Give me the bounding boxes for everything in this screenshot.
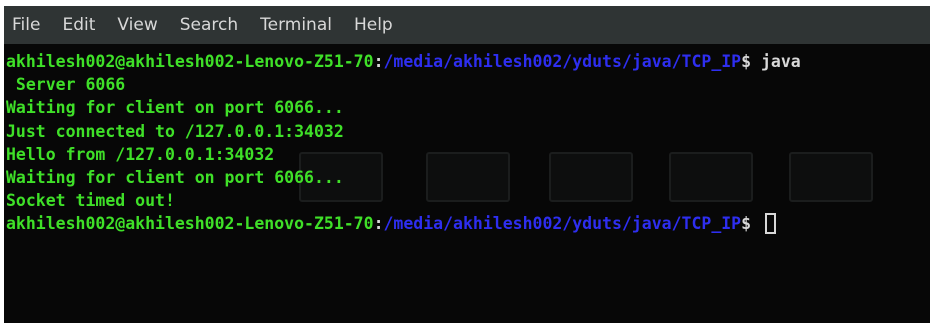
prompt-path: /media/akhilesh002/yduts/java/TCP_IP — [383, 214, 742, 234]
output-line: Just connected to /127.0.0.1:34032 — [6, 121, 344, 141]
terminal-window: File Edit View Search Terminal Help akhi… — [4, 6, 930, 323]
output-line: Waiting for client on port 6066... — [6, 98, 344, 118]
command-text: java — [761, 52, 801, 71]
background-thumbnail — [789, 152, 873, 202]
menu-bar: File Edit View Search Terminal Help — [4, 6, 930, 44]
output-line: Waiting for client on port 6066... — [6, 168, 344, 188]
prompt-user: akhilesh002@akhilesh002-Lenovo-Z51-70 — [6, 52, 374, 71]
prompt-dollar: $ — [741, 52, 761, 71]
prompt-line: akhilesh002@akhilesh002-Lenovo-Z51-70:/m… — [6, 50, 801, 73]
prompt-colon: : — [373, 52, 384, 71]
output-line: Socket timed out! — [6, 191, 175, 211]
menu-view[interactable]: View — [117, 15, 157, 35]
menu-edit[interactable]: Edit — [62, 15, 95, 35]
prompt-colon: : — [373, 214, 384, 234]
menu-search[interactable]: Search — [180, 15, 238, 35]
terminal-content[interactable]: akhilesh002@akhilesh002-Lenovo-Z51-70:/m… — [4, 44, 930, 323]
output-line: Hello from /127.0.0.1:34032 — [6, 144, 275, 164]
prompt-user: akhilesh002@akhilesh002-Lenovo-Z51-70 — [6, 214, 374, 234]
text-cursor — [765, 213, 776, 235]
menu-file[interactable]: File — [12, 15, 40, 35]
menu-help[interactable]: Help — [354, 15, 393, 35]
terminal-output: akhilesh002@akhilesh002-Lenovo-Z51-70:/m… — [6, 50, 801, 236]
prompt-path: /media/akhilesh002/yduts/java/TCP_IP — [383, 52, 742, 71]
prompt-dollar: $ — [741, 214, 761, 234]
prompt-line: akhilesh002@akhilesh002-Lenovo-Z51-70:/m… — [6, 212, 801, 235]
menu-terminal[interactable]: Terminal — [260, 15, 332, 35]
output-line: Server 6066 — [6, 75, 126, 95]
